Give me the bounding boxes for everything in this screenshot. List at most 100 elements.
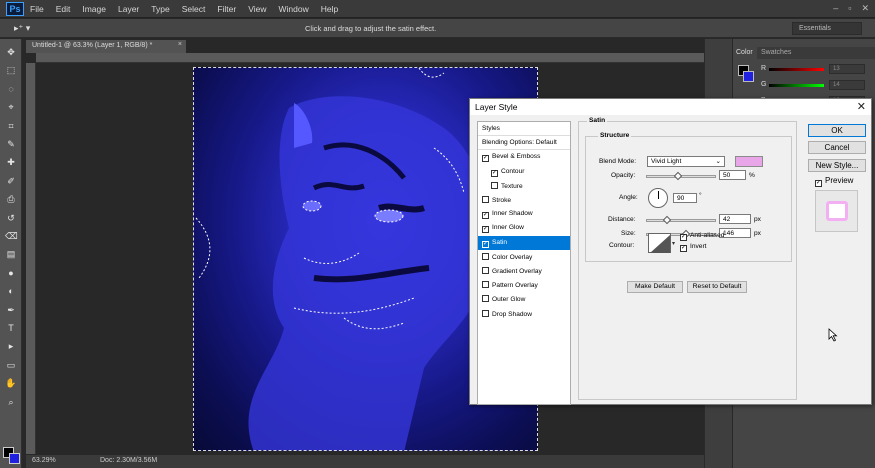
move-icon[interactable]: ✥: [5, 47, 17, 57]
minimize-icon[interactable]: –: [833, 3, 838, 14]
eraser-icon[interactable]: ⌫: [5, 231, 18, 241]
workspace-switcher[interactable]: Essentials: [792, 22, 862, 35]
zoom-icon[interactable]: ⌕: [5, 397, 17, 407]
style-item-stroke[interactable]: Stroke: [478, 193, 570, 207]
type-icon[interactable]: T: [5, 323, 17, 333]
style-item-contour[interactable]: ✓ Contour: [478, 165, 570, 179]
invert-checkbox[interactable]: ✓ Invert: [680, 243, 707, 252]
style-item-pattern-overlay[interactable]: Pattern Overlay: [478, 278, 570, 292]
healing-icon[interactable]: ✚: [5, 157, 17, 167]
preview-checkbox[interactable]: ✓ Preview: [815, 176, 853, 187]
checkmark-icon[interactable]: ✓: [482, 226, 489, 234]
checkbox-icon[interactable]: [482, 295, 489, 303]
document-close-icon[interactable]: ×: [178, 41, 182, 48]
checkmark-icon[interactable]: ✓: [482, 155, 489, 163]
checkbox-icon[interactable]: [482, 267, 489, 274]
checkbox-icon[interactable]: [482, 281, 489, 289]
dodge-icon[interactable]: ◐: [5, 286, 17, 296]
channel-r-value[interactable]: 13: [829, 64, 865, 74]
menu-help[interactable]: Help: [321, 4, 338, 14]
distance-input[interactable]: 42: [719, 214, 751, 224]
anti-aliased-label: Anti-aliased: [690, 232, 725, 239]
checkmark-icon[interactable]: ✓: [482, 240, 489, 248]
gradient-icon[interactable]: ▤: [5, 249, 17, 259]
history-brush-icon[interactable]: ↺: [5, 213, 17, 223]
style-item-blending-options-default[interactable]: Blending Options: Default: [478, 136, 570, 151]
style-item-texture[interactable]: Texture: [478, 179, 570, 193]
dialog-close-icon[interactable]: ✕: [857, 100, 866, 113]
tab-swatches[interactable]: Swatches: [761, 49, 791, 56]
style-item-inner-glow[interactable]: ✓ Inner Glow: [478, 221, 570, 235]
crop-icon[interactable]: ⌗: [5, 121, 17, 131]
dialog-titlebar[interactable]: Layer Style ✕: [470, 99, 871, 115]
anti-aliased-checkbox[interactable]: ✓ Anti-aliased: [680, 232, 724, 241]
checkmark-icon[interactable]: ✓: [482, 212, 489, 220]
opacity-input[interactable]: 50: [719, 170, 746, 180]
menu-file[interactable]: File: [30, 4, 44, 14]
contour-dropdown-icon[interactable]: ▾: [672, 240, 675, 247]
menu-window[interactable]: Window: [278, 4, 308, 14]
style-item-drop-shadow[interactable]: Drop Shadow: [478, 307, 570, 321]
quick-select-icon[interactable]: ⌖: [5, 102, 17, 112]
brush-icon[interactable]: ✐: [5, 176, 17, 186]
style-item-styles[interactable]: Styles: [478, 122, 570, 136]
style-preview: [815, 190, 858, 232]
channel-g-slider[interactable]: [769, 84, 824, 87]
angle-dial[interactable]: [648, 188, 668, 208]
menu-view[interactable]: View: [248, 4, 266, 14]
style-item-label: Color Overlay: [492, 253, 533, 261]
distance-slider-thumb[interactable]: [662, 215, 672, 225]
blur-icon[interactable]: ●: [5, 268, 17, 278]
document-tab[interactable]: Untitled-1 @ 63.3% (Layer 1, RGB/8) * ×: [26, 40, 186, 53]
style-item-color-overlay[interactable]: Color Overlay: [478, 250, 570, 264]
checkbox-icon[interactable]: [482, 196, 489, 203]
marquee-icon[interactable]: ⬚: [5, 65, 17, 75]
eyedropper-icon[interactable]: ✎: [5, 139, 17, 149]
satin-color-swatch[interactable]: [735, 156, 763, 167]
distance-slider[interactable]: [646, 219, 716, 222]
lasso-icon[interactable]: ◌: [5, 84, 17, 94]
stamp-icon[interactable]: ⎙: [5, 194, 17, 204]
menu-edit[interactable]: Edit: [56, 4, 71, 14]
style-item-satin[interactable]: ✓ Satin: [478, 235, 570, 250]
doc-size[interactable]: Doc: 2.30M/3.56M: [100, 457, 157, 464]
preview-label: Preview: [825, 176, 854, 185]
menu-type[interactable]: Type: [151, 4, 169, 14]
close-icon[interactable]: ✕: [861, 3, 869, 14]
channel-g-value[interactable]: 14: [829, 80, 865, 90]
path-select-icon[interactable]: ▸: [5, 341, 17, 351]
shape-icon[interactable]: ▭: [5, 360, 17, 370]
style-item-gradient-overlay[interactable]: Gradient Overlay: [478, 264, 570, 278]
pen-icon[interactable]: ✒: [5, 305, 17, 315]
checkmark-icon[interactable]: ✓: [491, 169, 498, 177]
menu-select[interactable]: Select: [182, 4, 206, 14]
style-item-inner-shadow[interactable]: ✓ Inner Shadow: [478, 207, 570, 221]
panel-background-color[interactable]: [743, 71, 754, 82]
hand-icon[interactable]: ✋: [5, 378, 17, 388]
opacity-slider-thumb[interactable]: [673, 171, 683, 181]
maximize-icon[interactable]: ▫: [848, 3, 851, 14]
make-default-button[interactable]: Make Default: [627, 281, 683, 293]
checkbox-icon[interactable]: [482, 252, 489, 260]
menu-layer[interactable]: Layer: [118, 4, 139, 14]
angle-input[interactable]: 90: [673, 193, 697, 203]
new-style-button[interactable]: New Style...: [808, 159, 866, 172]
blend-mode-select[interactable]: Vivid Light ⌄: [647, 156, 725, 167]
menu-bar: Ps File Edit Image Layer Type Select Fil…: [0, 0, 875, 18]
channel-r-slider[interactable]: [769, 68, 824, 71]
style-item-bevel-emboss[interactable]: ✓ Bevel & Emboss: [478, 150, 570, 164]
style-item-label: Outer Glow: [492, 296, 526, 304]
menu-filter[interactable]: Filter: [217, 4, 236, 14]
checkbox-icon[interactable]: [491, 181, 498, 189]
ok-button[interactable]: OK: [808, 124, 866, 137]
zoom-level[interactable]: 63.29%: [32, 457, 56, 464]
style-item-outer-glow[interactable]: Outer Glow: [478, 292, 570, 306]
cancel-button[interactable]: Cancel: [808, 141, 866, 154]
tab-color[interactable]: Color: [733, 47, 757, 59]
tool-preset-picker[interactable]: ▸⁺ ▾: [14, 23, 30, 34]
checkbox-icon[interactable]: [482, 309, 489, 317]
background-color-swatch[interactable]: [9, 453, 20, 464]
contour-picker[interactable]: [648, 233, 671, 253]
reset-to-default-button[interactable]: Reset to Default: [687, 281, 747, 293]
menu-image[interactable]: Image: [82, 4, 106, 14]
